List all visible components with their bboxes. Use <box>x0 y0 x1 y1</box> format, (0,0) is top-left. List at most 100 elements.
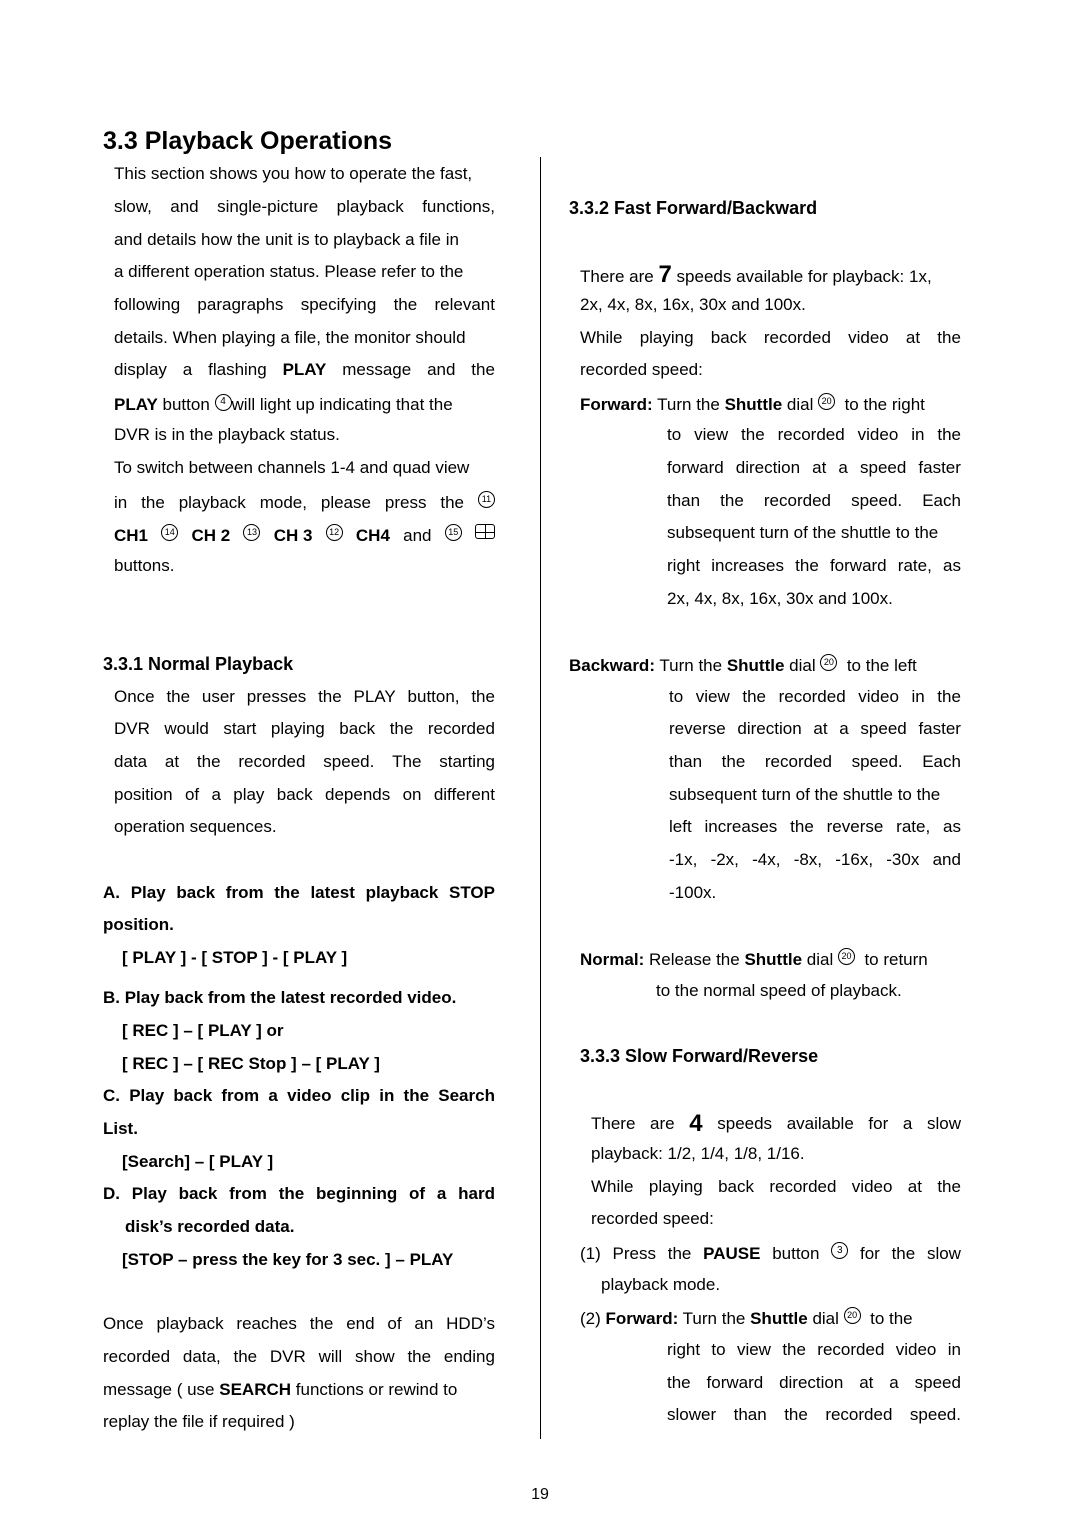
w: back <box>176 883 216 902</box>
ff-forward-desc: to view the recorded video in the <box>667 423 961 447</box>
w: faster <box>918 458 961 477</box>
w: back <box>339 719 376 738</box>
w: -1x, <box>669 850 698 869</box>
w: recorded <box>825 1405 893 1424</box>
shuttle-label: Shuttle <box>726 656 785 675</box>
w: slow, <box>114 197 152 216</box>
ff-backward-desc: reverse direction at a speed faster <box>669 717 961 741</box>
w: STOP <box>449 883 495 902</box>
quad-view-icon <box>474 524 495 539</box>
w: -16x, <box>835 850 874 869</box>
text: Turn the <box>657 395 720 414</box>
text: dial <box>806 950 834 969</box>
intro-line: display a flashing PLAY message and the <box>114 358 495 382</box>
ff-forward-desc: right increases the forward rate, as <box>667 554 961 578</box>
w: an <box>414 1314 434 1333</box>
w: display <box>114 360 167 379</box>
w: Once <box>114 687 155 706</box>
w: the <box>720 491 744 510</box>
w: playback <box>365 883 439 902</box>
w: the <box>667 1373 691 1392</box>
item-b-sequence-1: [ REC ] – [ PLAY ] or <box>122 1021 284 1040</box>
w: speed. <box>851 752 903 771</box>
w: a <box>268 1086 278 1105</box>
shuttle-dial-20-icon: 20 <box>837 948 855 965</box>
ff-forward-line: Forward: Turn the Shuttle dial 20 to the… <box>580 393 961 417</box>
w: reverse <box>669 719 726 738</box>
w: slow <box>926 1114 961 1133</box>
w: video <box>848 328 889 347</box>
heading-normal-playback: 3.3.1 Normal Playback <box>103 654 294 674</box>
w: C. <box>103 1086 120 1105</box>
w: available <box>786 1114 854 1133</box>
w: Once <box>103 1314 144 1333</box>
w: speed <box>860 719 907 738</box>
normal-line: Once the user presses the PLAY button, the <box>114 685 495 709</box>
w: in <box>114 493 128 512</box>
w: Play <box>130 883 166 902</box>
speed-count: 4 <box>689 1110 703 1137</box>
ff-normal-line: Normal: Release the Shuttle dial 20 to r… <box>580 948 961 972</box>
button-14-icon: 14 <box>161 524 179 541</box>
w: -2x, <box>710 850 739 869</box>
w: recorded <box>769 1177 837 1196</box>
w: video <box>851 1177 893 1196</box>
intro-line: details. When playing a file, the monito… <box>114 328 466 347</box>
text: button <box>772 1244 820 1263</box>
sf-step-2-desc: the forward direction at a speed <box>667 1371 961 1395</box>
button-4-icon: 4 <box>214 393 232 411</box>
w: recorded <box>763 491 831 510</box>
intro-line: buttons. <box>114 556 175 575</box>
w: are <box>650 1114 675 1133</box>
w: the <box>278 1184 305 1203</box>
ff-backward-desc: left increases the reverse rate, as <box>669 815 961 839</box>
w: a <box>182 360 193 379</box>
w: at <box>812 458 827 477</box>
w: the <box>937 328 961 347</box>
w: different <box>433 785 495 804</box>
ff-speeds-line-2: 2x, 4x, 8x, 16x, 30x and 100x. <box>580 295 806 314</box>
w: Each <box>922 491 961 510</box>
end-line: replay the file if required ) <box>103 1412 295 1431</box>
w: from <box>229 1184 267 1203</box>
w: A. <box>103 883 120 902</box>
w: following <box>114 295 181 314</box>
normal-line: operation sequences. <box>114 817 277 836</box>
item-b-sequence-2: [ REC ] – [ REC Stop ] – [ PLAY ] <box>122 1054 380 1073</box>
w: back <box>276 785 313 804</box>
w: the <box>309 1314 334 1333</box>
text: There are <box>580 267 654 286</box>
ch4-label: CH4 <box>355 526 390 545</box>
w: faster <box>918 719 961 738</box>
intro-line: in the playback mode, please press the 11 <box>114 491 495 515</box>
w: DVR <box>269 1347 306 1366</box>
w: a <box>889 1373 899 1392</box>
w: at <box>164 752 180 771</box>
w: functions, <box>422 197 495 216</box>
item-d-sequence: [STOP – press the key for 3 sec. ] – PLA… <box>122 1250 454 1269</box>
w: the <box>937 687 961 706</box>
item-b-title: B. Play back from the latest recorded vi… <box>103 988 457 1007</box>
w: back <box>710 328 747 347</box>
w: the <box>742 687 766 706</box>
ff-backward-desc: to view the recorded video in the <box>669 685 961 709</box>
item-a-sequence: [ PLAY ] - [ STOP ] - [ PLAY ] <box>122 948 348 967</box>
w: as <box>943 817 961 836</box>
speed-count: 7 <box>658 261 672 288</box>
text: dial <box>789 656 816 675</box>
w: in <box>911 687 925 706</box>
heading-slow-forward: 3.3.3 Slow Forward/Reverse <box>580 1046 819 1066</box>
step-number: (2) <box>580 1309 601 1328</box>
ff-backward-desc: -100x. <box>669 883 717 902</box>
w: play <box>233 785 265 804</box>
text: Turn the <box>659 656 723 675</box>
w: the <box>274 883 300 902</box>
w: playing <box>648 1177 703 1196</box>
sf-step-2-desc: slower than the recorded speed. <box>667 1403 961 1427</box>
w: flashing <box>208 360 267 379</box>
text: functions or rewind to <box>295 1380 458 1399</box>
sf-speeds-line: There are 4 speeds available for a slow <box>591 1112 961 1136</box>
w: Play <box>131 1184 167 1203</box>
w: from <box>225 883 264 902</box>
w: The <box>392 752 422 771</box>
